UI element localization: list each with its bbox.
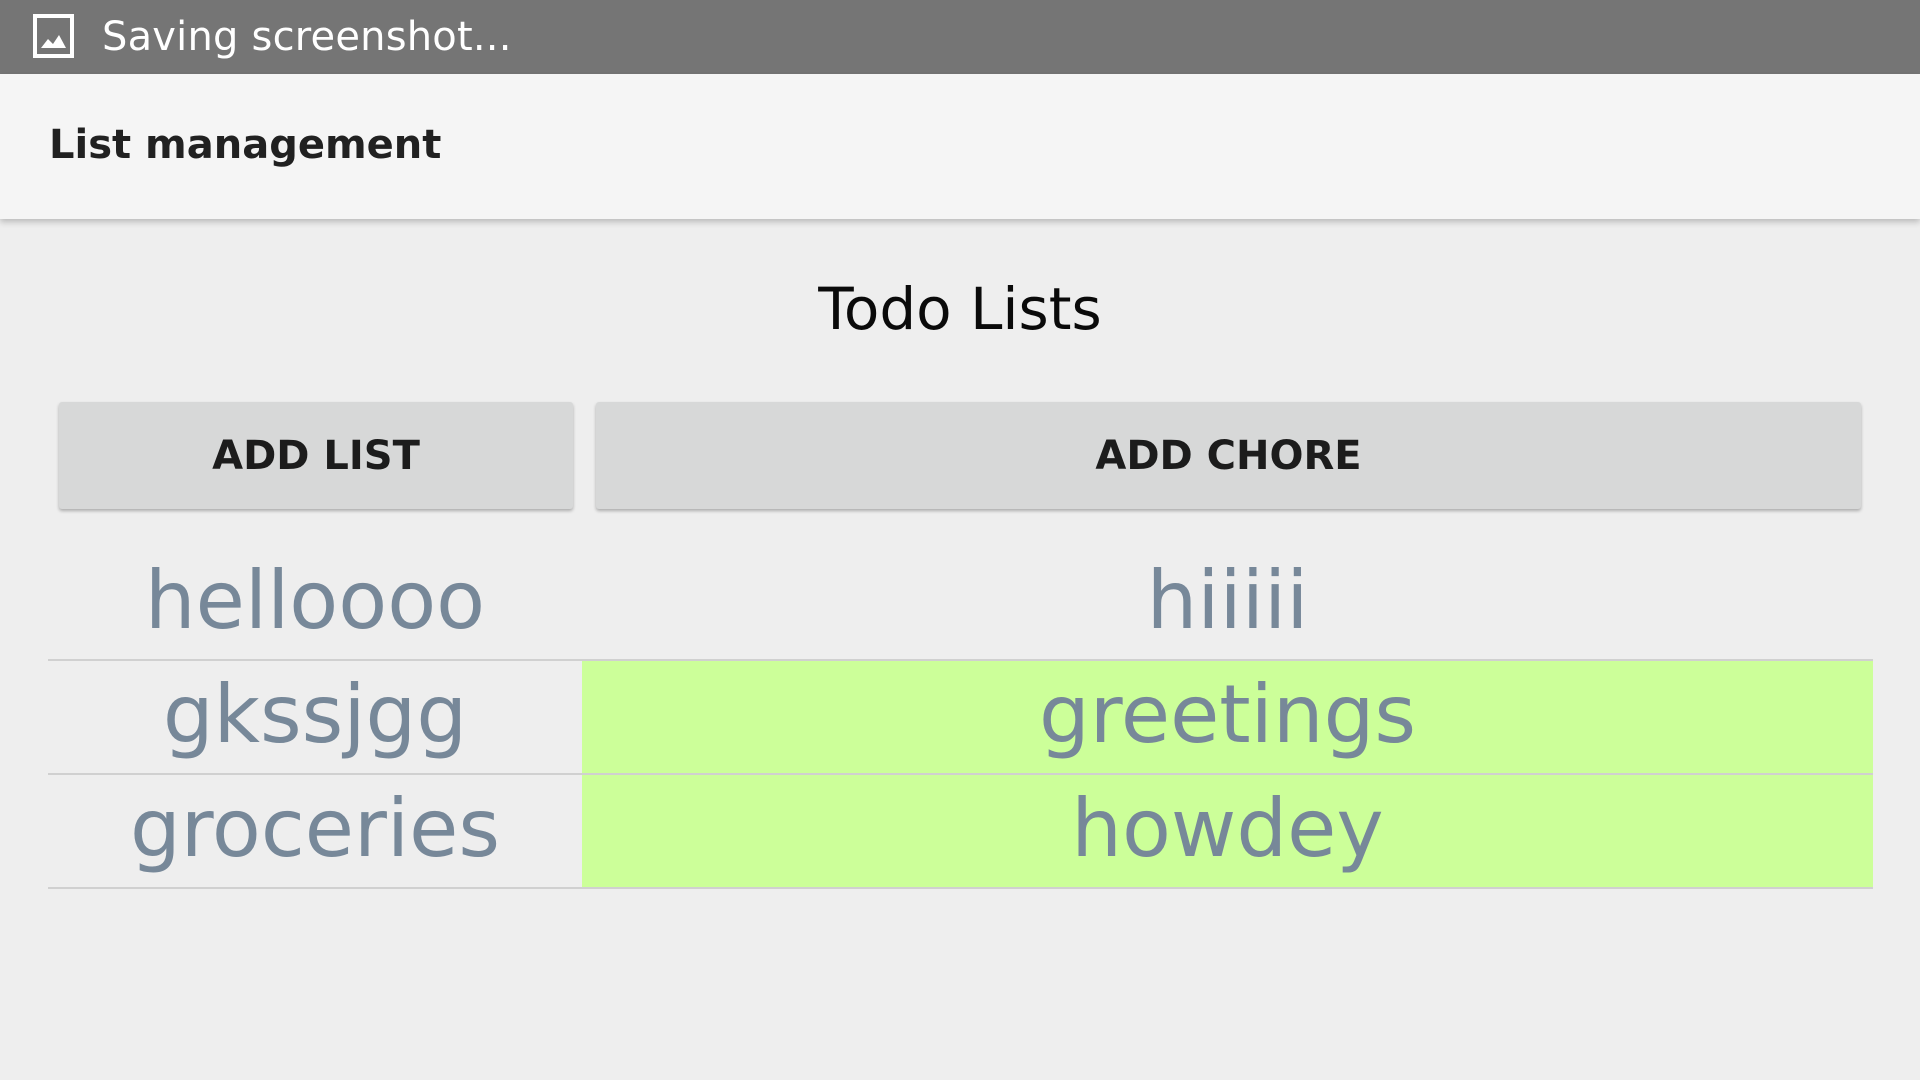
image-icon — [33, 14, 74, 58]
list-item[interactable]: groceries — [48, 775, 582, 887]
list-item[interactable]: gkssjgg — [48, 661, 582, 773]
todo-list-table: helloooo hiiiii gkssjgg greetings grocer… — [48, 547, 1873, 889]
table-row: groceries howdey — [48, 775, 1873, 889]
status-bar: Saving screenshot... — [0, 0, 1920, 74]
page-title: List management — [49, 122, 442, 168]
add-chore-button[interactable]: ADD CHORE — [596, 402, 1861, 509]
chore-item-highlighted[interactable]: howdey — [582, 775, 1873, 887]
chore-item-highlighted[interactable]: greetings — [582, 661, 1873, 773]
action-bar: List management — [0, 74, 1920, 219]
table-row: helloooo hiiiii — [48, 547, 1873, 661]
status-notification-text: Saving screenshot... — [102, 14, 512, 60]
list-item[interactable]: helloooo — [48, 547, 582, 659]
add-list-button[interactable]: ADD LIST — [59, 402, 573, 509]
chore-item[interactable]: hiiiii — [582, 547, 1873, 659]
table-row: gkssjgg greetings — [48, 661, 1873, 775]
todo-lists-heading: Todo Lists — [818, 275, 1102, 343]
